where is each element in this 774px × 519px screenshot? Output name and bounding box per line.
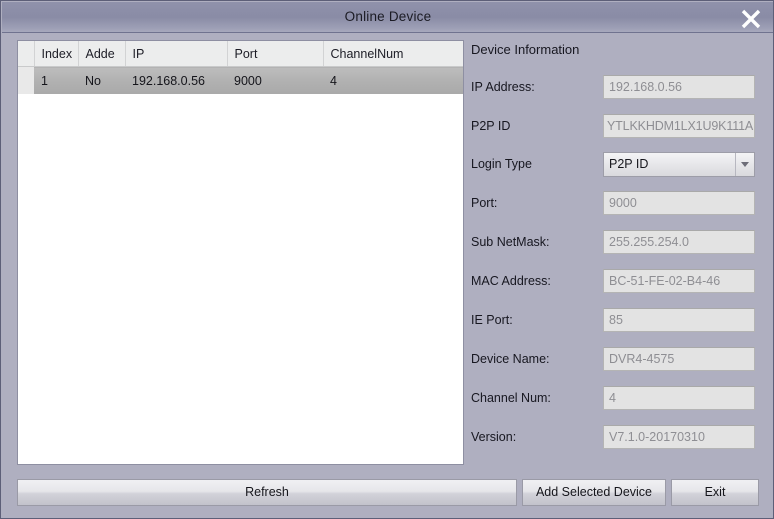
field-p2p-id: P2P ID YTLKKHDM1LX1U9K111A: [471, 114, 761, 138]
field-login-type: Login Type P2P ID: [471, 152, 761, 176]
version-field[interactable]: V7.1.0-20170310: [603, 425, 755, 449]
table-cell-index: 1: [34, 67, 78, 95]
table-cell-adde: No: [78, 67, 125, 95]
field-sub-netmask: Sub NetMask: 255.255.254.0: [471, 230, 761, 254]
table-header-port[interactable]: Port: [227, 41, 323, 67]
sub-netmask-field[interactable]: 255.255.254.0: [603, 230, 755, 254]
login-type-selected-value: P2P ID: [609, 157, 648, 171]
online-device-table[interactable]: Index Adde IP Port ChannelNum 1 No 192.1…: [18, 41, 464, 94]
table-header-index[interactable]: Index: [34, 41, 78, 67]
field-label-port: Port:: [471, 191, 497, 215]
field-label-device-name: Device Name:: [471, 347, 550, 371]
device-information-title: Device Information: [471, 42, 579, 57]
add-selected-device-button[interactable]: Add Selected Device: [522, 479, 666, 506]
port-field[interactable]: 9000: [603, 191, 755, 215]
mac-address-field[interactable]: BC-51-FE-02-B4-46: [603, 269, 755, 293]
table-header-ip[interactable]: IP: [125, 41, 227, 67]
field-ie-port: IE Port: 85: [471, 308, 761, 332]
field-label-mac-address: MAC Address:: [471, 269, 551, 293]
field-label-ie-port: IE Port:: [471, 308, 513, 332]
refresh-button[interactable]: Refresh: [17, 479, 517, 506]
field-device-name: Device Name: DVR4-4575: [471, 347, 761, 371]
close-icon[interactable]: [734, 3, 768, 31]
table-cell-port: 9000: [227, 67, 323, 95]
field-label-sub-netmask: Sub NetMask:: [471, 230, 550, 254]
dialog-titlebar: Online Device: [2, 2, 774, 33]
exit-button[interactable]: Exit: [671, 479, 759, 506]
field-version: Version: V7.1.0-20170310: [471, 425, 761, 449]
chevron-down-icon[interactable]: [735, 153, 754, 176]
table-header-channelnum[interactable]: ChannelNum: [323, 41, 463, 67]
channel-num-field[interactable]: 4: [603, 386, 755, 410]
dialog-title: Online Device: [2, 2, 774, 32]
table-header-gutter: [18, 41, 34, 67]
field-ip-address: IP Address: 192.168.0.56: [471, 75, 761, 99]
online-device-table-panel[interactable]: Index Adde IP Port ChannelNum 1 No 192.1…: [17, 40, 464, 465]
field-port: Port: 9000: [471, 191, 761, 215]
field-channel-num: Channel Num: 4: [471, 386, 761, 410]
table-cell-ip: 192.168.0.56: [125, 67, 227, 95]
device-information-panel: Device Information IP Address: 192.168.0…: [471, 40, 761, 465]
field-label-p2p-id: P2P ID: [471, 114, 510, 138]
table-cell-channelnum: 4: [323, 67, 463, 95]
device-name-field[interactable]: DVR4-4575: [603, 347, 755, 371]
field-label-login-type: Login Type: [471, 152, 532, 176]
ip-address-field[interactable]: 192.168.0.56: [603, 75, 755, 99]
ie-port-field[interactable]: 85: [603, 308, 755, 332]
online-device-dialog: Online Device Index Adde IP: [0, 0, 774, 519]
field-label-ip-address: IP Address:: [471, 75, 535, 99]
table-row-gutter: [18, 67, 34, 95]
table-row[interactable]: 1 No 192.168.0.56 9000 4: [18, 67, 463, 95]
p2p-id-field[interactable]: YTLKKHDM1LX1U9K111A: [603, 114, 755, 138]
table-header-adde[interactable]: Adde: [78, 41, 125, 67]
table-header-row: Index Adde IP Port ChannelNum: [18, 41, 463, 67]
dialog-button-bar: Refresh Add Selected Device Exit: [1, 473, 774, 518]
field-label-channel-num: Channel Num:: [471, 386, 551, 410]
field-mac-address: MAC Address: BC-51-FE-02-B4-46: [471, 269, 761, 293]
field-label-version: Version:: [471, 425, 516, 449]
login-type-select[interactable]: P2P ID: [603, 152, 755, 177]
